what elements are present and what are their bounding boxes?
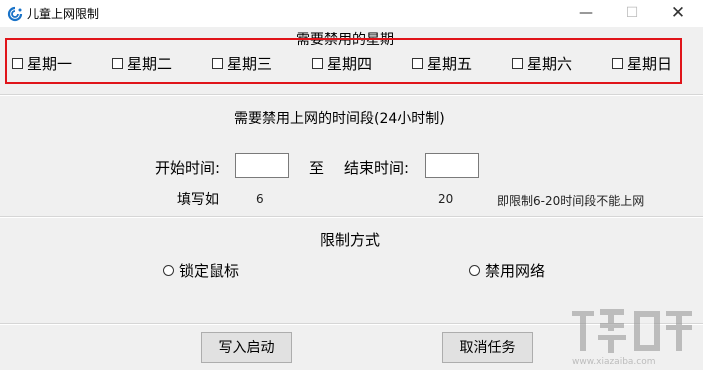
divider [0,94,703,96]
radio-disable-network[interactable]: 禁用网络 [469,261,546,280]
day-label: 星期五 [427,54,473,73]
time-section-title: 需要禁用上网的时间段(24小时制) [234,111,445,127]
day-label: 星期六 [527,54,573,73]
cancel-button[interactable]: 取消任务 [442,332,533,363]
radio-label: 锁定鼠标 [179,261,240,280]
radio-circle[interactable] [469,264,480,276]
example-start: 6 [256,192,264,206]
checkbox-box[interactable] [312,57,323,69]
to-label: 至 [309,159,325,177]
start-time-input[interactable] [235,153,289,178]
day-label: 星期一 [27,54,73,73]
day-checkbox-wed[interactable]: 星期三 [212,54,273,73]
day-checkbox-mon[interactable]: 星期一 [12,54,73,73]
end-time-input[interactable] [425,153,479,178]
day-label: 星期二 [127,54,173,73]
radio-label: 禁用网络 [485,261,546,280]
example-label: 填写如 [177,192,219,208]
minimize-button[interactable]: — [563,0,609,27]
maximize-button[interactable]: ☐ [609,0,655,27]
checkbox-box[interactable] [512,57,523,69]
watermark-text: www.xiazaiba.com [572,357,656,367]
app-icon [7,6,23,22]
days-section-title: 需要禁用的星期 [296,32,394,48]
day-checkbox-thu[interactable]: 星期四 [312,54,373,73]
checkbox-box[interactable] [12,57,23,69]
close-button[interactable]: ✕ [655,0,701,27]
start-button[interactable]: 写入启动 [201,332,292,363]
end-time-label: 结束时间: [344,159,410,177]
start-time-label: 开始时间: [155,159,221,177]
day-label: 星期日 [627,54,673,73]
window-title: 儿童上网限制 [27,7,100,21]
checkbox-box[interactable] [112,57,123,69]
radio-circle[interactable] [163,264,174,276]
day-checkbox-fri[interactable]: 星期五 [412,54,473,73]
watermark-logo: www.xiazaiba.com [572,309,692,367]
title-bar: 儿童上网限制 — ☐ ✕ [0,0,703,27]
mode-section-title: 限制方式 [320,231,381,249]
day-label: 星期三 [227,54,273,73]
example-note: 即限制6-20时间段不能上网 [497,194,645,208]
divider [0,216,703,218]
day-checkbox-sat[interactable]: 星期六 [512,54,573,73]
example-end: 20 [438,192,454,206]
day-checkbox-sun[interactable]: 星期日 [612,54,673,73]
day-checkbox-tue[interactable]: 星期二 [112,54,173,73]
checkbox-box[interactable] [412,57,423,69]
checkbox-box[interactable] [612,57,623,69]
day-label: 星期四 [327,54,373,73]
checkbox-box[interactable] [212,57,223,69]
radio-lock-mouse[interactable]: 锁定鼠标 [163,261,240,280]
